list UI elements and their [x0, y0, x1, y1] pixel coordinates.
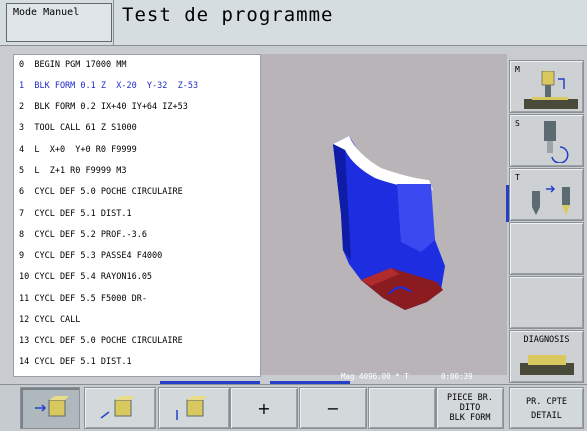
program-line[interactable]: 13 CYCL DEF 5.0 POCHE CIRCULAIRE: [19, 336, 183, 346]
piece-label-line2: DITO: [459, 403, 481, 413]
simulation-viewport: Mag 4096.00 * T 0:00:39: [261, 54, 507, 381]
program-line[interactable]: 11 CYCL DEF 5.5 F5000 DR-: [19, 294, 147, 304]
header: Mode Manuel Test de programme: [0, 0, 587, 46]
plus-label: +: [257, 399, 271, 418]
mode-label: Mode Manuel: [13, 7, 80, 18]
zoom-out-button[interactable]: −: [299, 387, 367, 429]
diagnosis-button[interactable]: DIAGNOSIS: [509, 330, 584, 383]
view-3-planes-button[interactable]: [84, 387, 156, 429]
piece-label-line1: PIECE BR.: [446, 393, 494, 403]
view-plan-button[interactable]: [20, 387, 80, 429]
program-line[interactable]: 8 CYCL DEF 5.2 PROF.-3.6: [19, 230, 147, 240]
detail-label-line1: PR. CPTE: [526, 397, 567, 407]
tool-call-button[interactable]: T: [509, 168, 584, 221]
program-line[interactable]: 12 CYCL CALL: [19, 315, 80, 325]
title-separator: [113, 0, 114, 45]
workpiece-graphic: [333, 136, 445, 310]
minus-label: −: [326, 399, 340, 418]
program-line[interactable]: 7 CYCL DEF 5.1 DIST.1: [19, 209, 132, 219]
3d-view-icon: [176, 396, 207, 420]
program-line[interactable]: 2 BLK FORM 0.2 IX+40 IY+64 IZ+53: [19, 102, 188, 112]
tool-spindle-icon: [544, 121, 569, 163]
program-line[interactable]: 9 CYCL DEF 5.3 PASSE4 F4000: [19, 251, 162, 261]
empty-softkey[interactable]: [509, 276, 584, 329]
machine-function-button[interactable]: M: [509, 60, 584, 113]
three-planes-icon: [100, 396, 135, 419]
page-title: Test de programme: [122, 4, 334, 26]
s-label: S: [515, 119, 520, 128]
empty-softkey[interactable]: [368, 387, 436, 429]
tool-change-icon: [532, 185, 570, 215]
detail-button[interactable]: PR. CPTE DETAIL: [509, 387, 584, 429]
plan-view-icon: [35, 396, 69, 417]
program-line[interactable]: 6 CYCL DEF 5.0 POCHE CIRCULAIRE: [19, 187, 183, 197]
zoom-in-button[interactable]: +: [230, 387, 298, 429]
magnification-label: Mag 4096.00 * T: [341, 372, 409, 381]
program-line[interactable]: 3 TOOL CALL 61 Z S1000: [19, 123, 137, 133]
empty-softkey[interactable]: [509, 222, 584, 275]
spindle-icon: [524, 71, 578, 109]
t-label: T: [515, 173, 520, 182]
program-line-active[interactable]: 1 BLK FORM 0.1 Z X-20 Y-32 Z-53: [19, 81, 198, 91]
view-3d-button[interactable]: [158, 387, 230, 429]
program-line[interactable]: 4 L X+0 Y+0 R0 F9999: [19, 145, 137, 155]
diagnosis-label: DIAGNOSIS: [523, 335, 570, 345]
spindle-speed-button[interactable]: S: [509, 114, 584, 167]
program-line[interactable]: 10 CYCL DEF 5.4 RAYON16.05: [19, 272, 152, 282]
program-line[interactable]: 5 L Z+1 R0 F9999 M3: [19, 166, 126, 176]
vertical-softkeys: M S T DIAGNOSIS: [509, 54, 584, 383]
detail-label-line2: DETAIL: [531, 411, 562, 421]
piece-brut-button[interactable]: PIECE BR. DITO BLK FORM: [436, 387, 504, 429]
program-line[interactable]: 0 BEGIN PGM 17000 MM: [19, 60, 126, 70]
softkey-bar: + − PIECE BR. DITO BLK FORM PR. CPTE DET…: [0, 384, 587, 431]
program-line[interactable]: 14 CYCL DEF 5.1 DIST.1: [19, 357, 132, 367]
m-label: M: [515, 65, 520, 74]
diagnosis-icon: [520, 355, 574, 375]
program-listing[interactable]: 0 BEGIN PGM 17000 MM 1 BLK FORM 0.1 Z X-…: [13, 54, 261, 377]
simulation-time: 0:00:39: [441, 372, 473, 381]
piece-label-line3: BLK FORM: [449, 413, 491, 423]
mode-box: Mode Manuel: [6, 3, 112, 42]
workpiece-highlight: [397, 184, 435, 252]
